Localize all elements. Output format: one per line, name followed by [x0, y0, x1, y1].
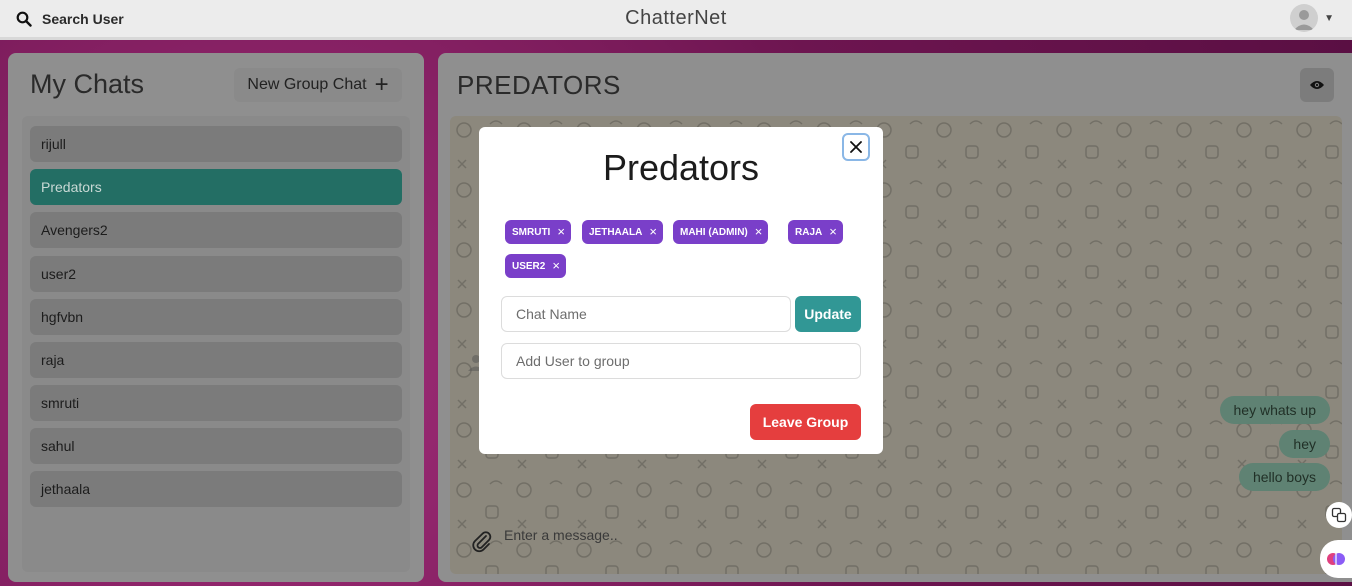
translate-icon [1331, 507, 1347, 523]
member-tag: SMRUTI × [505, 220, 571, 244]
member-tag-label: SMRUTI [512, 226, 551, 238]
chat-list-item[interactable]: raja [30, 342, 402, 378]
chat-list: rijull Predators Avengers2 user2 hgfvbn … [22, 116, 410, 572]
member-tag: USER2 × [505, 254, 566, 278]
chat-name: user2 [41, 266, 77, 282]
chat-list-item[interactable]: Avengers2 [30, 212, 402, 248]
chat-name-input[interactable] [501, 296, 791, 332]
remove-member-icon[interactable]: × [649, 225, 657, 238]
top-bar: Search User ChatterNet ▼ [0, 0, 1352, 40]
chat-title: PREDATORS [457, 70, 621, 100]
add-user-input[interactable] [501, 343, 861, 379]
chat-name: sahul [41, 438, 75, 454]
my-chats-panel: My Chats New Group Chat + rijull Predato… [8, 53, 424, 582]
chat-name: raja [41, 352, 65, 368]
member-tag: MAHI (ADMIN) × [673, 220, 769, 244]
message-input[interactable] [502, 514, 1346, 556]
chat-list-item[interactable]: smruti [30, 385, 402, 421]
member-tag: RAJA × [788, 220, 843, 244]
chat-list-item[interactable]: sahul [30, 428, 402, 464]
chat-name: Avengers2 [41, 222, 108, 238]
chat-name: jethaala [41, 481, 91, 497]
new-group-chat-label: New Group Chat [247, 76, 367, 93]
my-chats-title: My Chats [30, 69, 145, 99]
member-tag-label: MAHI (ADMIN) [680, 226, 748, 238]
chat-list-item-active[interactable]: Predators [30, 169, 402, 205]
leave-group-button[interactable]: Leave Group [750, 404, 861, 440]
eye-icon [1310, 81, 1324, 89]
avatar [1290, 4, 1319, 32]
message-bubble: hey [1279, 430, 1330, 458]
chat-name: smruti [41, 395, 80, 411]
member-tag-label: RAJA [795, 226, 823, 238]
member-tag-label: USER2 [512, 260, 546, 272]
member-tag-label: JETHAALA [589, 226, 643, 238]
message-bubble: hello boys [1238, 463, 1330, 491]
chat-name: hgfvbn [41, 309, 84, 325]
message-bubble: hey whats up [1219, 396, 1330, 424]
chat-name: rijull [41, 136, 66, 152]
remove-member-icon[interactable]: × [755, 225, 763, 238]
chat-list-item[interactable]: user2 [30, 256, 402, 292]
avatar-icon [1294, 10, 1315, 30]
view-details-button[interactable] [1300, 68, 1334, 102]
message-input-bar [450, 514, 1346, 570]
remove-member-icon[interactable]: × [829, 225, 837, 238]
remove-member-icon[interactable]: × [552, 259, 560, 272]
chat-name: Predators [41, 179, 102, 195]
update-button[interactable]: Update [795, 296, 861, 332]
close-icon [850, 141, 862, 153]
brain-icon [1327, 553, 1345, 565]
remove-member-icon[interactable]: × [557, 225, 565, 238]
chat-list-item[interactable]: rijull [30, 126, 402, 162]
paperclip-icon[interactable] [470, 530, 494, 554]
chat-list-item[interactable]: jethaala [30, 471, 402, 507]
plus-icon: + [374, 71, 389, 98]
new-group-chat-button[interactable]: New Group Chat + [234, 68, 402, 102]
group-settings-modal: Predators SMRUTI × JETHAALA × MAHI (ADMI… [479, 127, 883, 454]
app-title: ChatterNet [625, 7, 727, 29]
chevron-down-icon: ▼ [1324, 12, 1334, 24]
profile-menu[interactable]: ▼ [1290, 4, 1334, 32]
close-button[interactable] [842, 133, 870, 161]
translate-button[interactable] [1326, 502, 1352, 528]
modal-title: Predators [602, 147, 760, 188]
member-tag: JETHAALA × [582, 220, 663, 244]
chat-list-item[interactable]: hgfvbn [30, 299, 402, 335]
assistant-button[interactable] [1320, 540, 1352, 578]
